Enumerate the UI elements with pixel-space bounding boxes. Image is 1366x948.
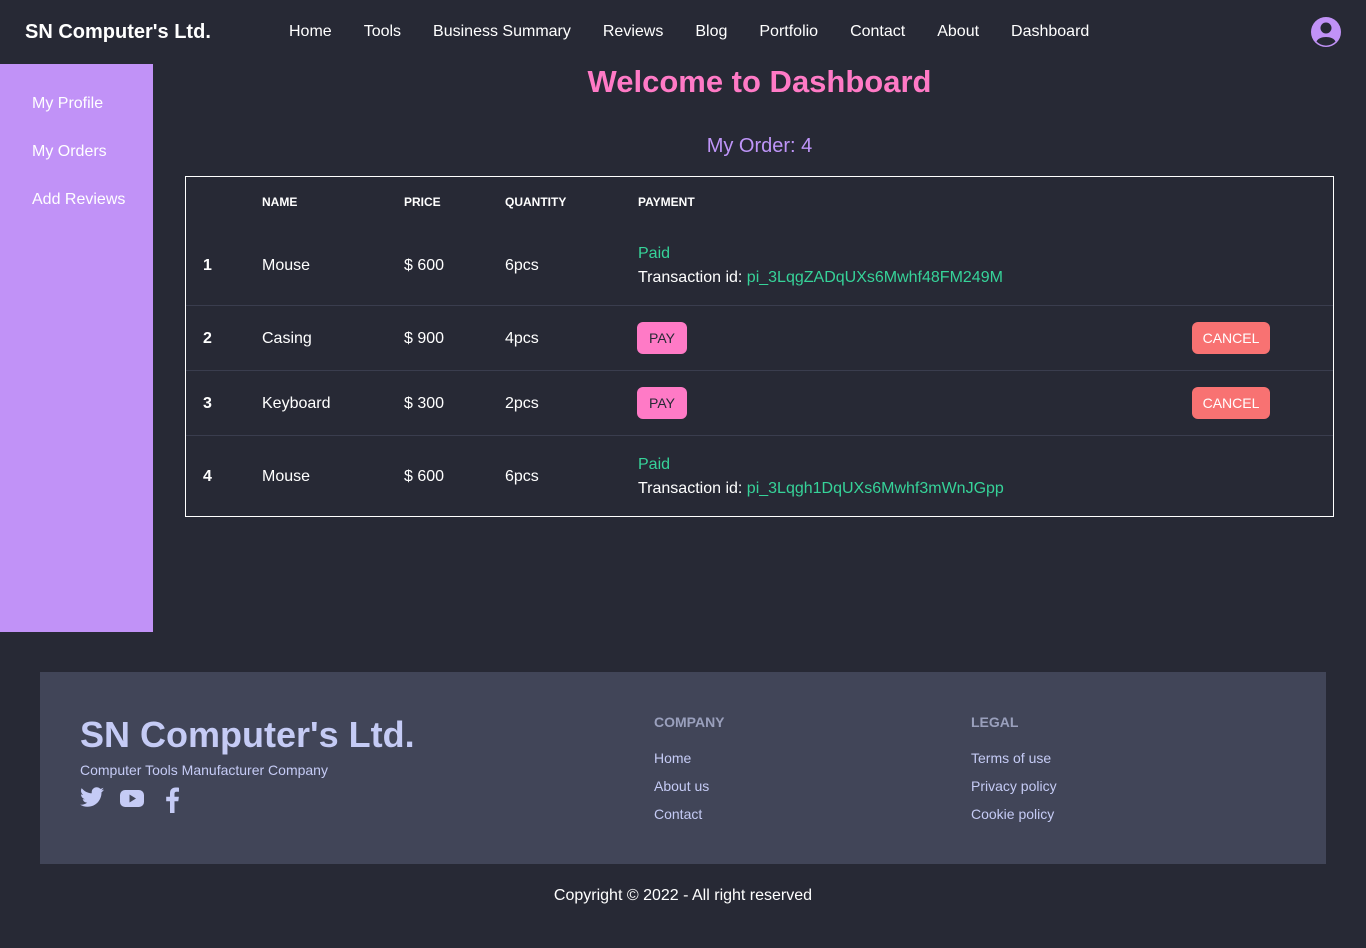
cancel-button[interactable]: CANCEL [1192, 387, 1270, 419]
footer-link-cookie[interactable]: Cookie policy [971, 806, 1054, 822]
transaction-label: Transaction id: [638, 480, 743, 497]
sidebar-item-add-reviews[interactable]: Add Reviews [32, 191, 125, 209]
row-divider [186, 435, 1333, 436]
nav-link-contact[interactable]: Contact [834, 23, 921, 41]
row-divider [186, 305, 1333, 306]
orders-table: Name Price Quantity Payment 1 Mouse $ 60… [185, 176, 1334, 517]
copyright-text: Copyright © 2022 - All right reserved [553, 887, 813, 904]
column-header-name: Name [262, 195, 298, 209]
row-index: 1 [203, 257, 212, 274]
column-header-quantity: Quantity [505, 195, 567, 209]
sidebar: My Profile My Orders Add Reviews [0, 64, 153, 632]
order-count: My Order: 4 [706, 135, 813, 157]
twitter-icon[interactable] [80, 787, 108, 813]
product-quantity: 6pcs [505, 468, 539, 485]
row-index: 4 [203, 468, 212, 485]
payment-status: Paid [638, 456, 671, 473]
sidebar-item-my-orders[interactable]: My Orders [32, 143, 107, 161]
nav-link-dashboard[interactable]: Dashboard [995, 23, 1105, 41]
column-header-price: Price [404, 195, 441, 209]
sidebar-item-my-profile[interactable]: My Profile [32, 95, 103, 113]
footer-company-title: Company [654, 714, 725, 730]
footer-link-home[interactable]: Home [654, 750, 691, 766]
product-price: $ 600 [404, 468, 445, 485]
nav-link-business-summary[interactable]: Business Summary [417, 23, 587, 41]
facebook-icon[interactable] [164, 787, 192, 813]
transaction-id: pi_3LqgZADqUXs6Mwhf48FM249M [746, 269, 1003, 286]
payment-status: Paid [638, 245, 671, 262]
nav-link-tools[interactable]: Tools [348, 23, 417, 41]
footer-link-contact[interactable]: Contact [654, 806, 702, 822]
transaction-info: Transaction id: pi_3LqgZADqUXs6Mwhf48FM2… [638, 269, 1003, 287]
brand-logo[interactable]: SN Computer's Ltd. [25, 21, 211, 44]
footer-link-about-us[interactable]: About us [654, 778, 709, 794]
footer-tagline: Computer Tools Manufacturer Company [80, 762, 328, 778]
product-name: Mouse [262, 257, 311, 274]
page-title: Welcome to Dashboard [587, 64, 932, 99]
pay-button[interactable]: PAY [637, 387, 687, 419]
product-quantity: 2pcs [505, 395, 539, 412]
product-price: $ 600 [404, 257, 445, 274]
product-price: $ 300 [404, 395, 445, 412]
row-divider [186, 370, 1333, 371]
pay-button[interactable]: PAY [637, 322, 687, 354]
transaction-id: pi_3Lqgh1DqUXs6Mwhf3mWnJGpp [746, 480, 1004, 497]
column-header-payment: Payment [638, 195, 695, 209]
youtube-icon[interactable] [120, 787, 148, 813]
row-index: 3 [203, 395, 212, 412]
footer-brand: SN Computer's Ltd. [80, 714, 415, 755]
product-quantity: 4pcs [505, 330, 539, 347]
footer-link-privacy[interactable]: Privacy policy [971, 778, 1057, 794]
row-index: 2 [203, 330, 212, 347]
nav-link-portfolio[interactable]: Portfolio [743, 23, 834, 41]
transaction-info: Transaction id: pi_3Lqgh1DqUXs6Mwhf3mWnJ… [638, 480, 1004, 498]
footer: SN Computer's Ltd. Computer Tools Manufa… [40, 672, 1326, 864]
cancel-button[interactable]: CANCEL [1192, 322, 1270, 354]
nav-link-reviews[interactable]: Reviews [587, 23, 679, 41]
nav-link-home[interactable]: Home [273, 23, 348, 41]
product-name: Mouse [262, 468, 311, 485]
nav-link-blog[interactable]: Blog [679, 23, 743, 41]
product-quantity: 6pcs [505, 257, 539, 274]
nav-link-about[interactable]: About [921, 23, 995, 41]
product-name: Keyboard [262, 395, 331, 412]
footer-link-terms[interactable]: Terms of use [971, 750, 1051, 766]
transaction-label: Transaction id: [638, 269, 743, 286]
product-price: $ 900 [404, 330, 445, 347]
nav-links: Home Tools Business Summary Reviews Blog… [273, 0, 1105, 64]
navbar: SN Computer's Ltd. Home Tools Business S… [0, 0, 1366, 64]
product-name: Casing [262, 330, 312, 347]
footer-legal-title: Legal [971, 714, 1019, 730]
user-circle-icon[interactable] [1310, 16, 1342, 48]
